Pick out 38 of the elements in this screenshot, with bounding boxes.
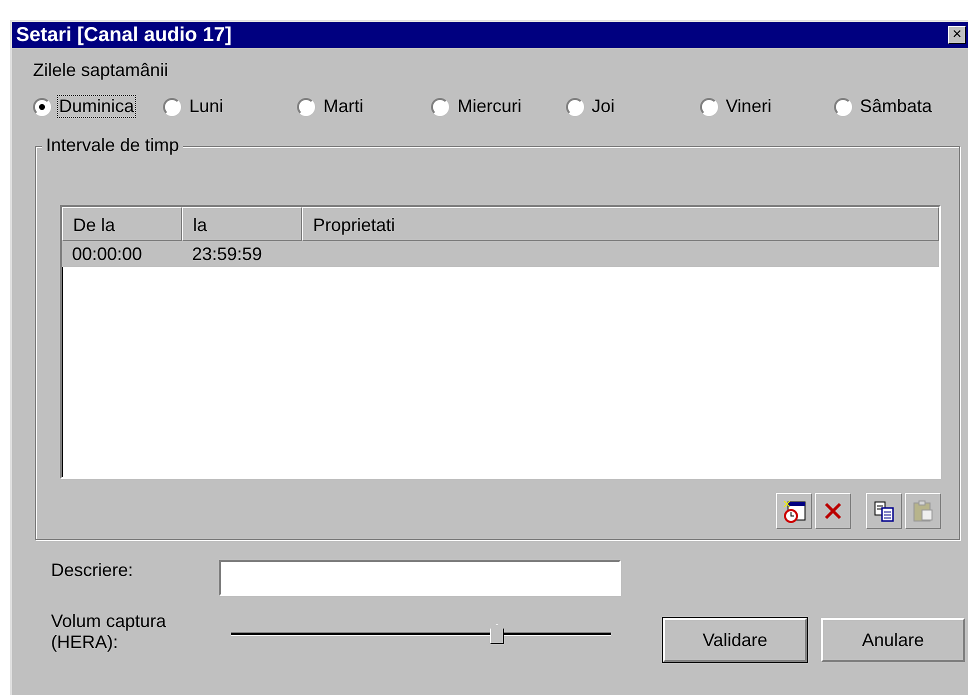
radio-label[interactable]: Sâmbata — [858, 95, 934, 118]
radio-button[interactable] — [33, 98, 51, 116]
radio-label[interactable]: Duminica — [57, 95, 136, 118]
column-header[interactable]: De la — [62, 207, 182, 241]
radio-label[interactable]: Miercuri — [455, 95, 524, 118]
close-button[interactable]: × — [948, 26, 966, 44]
table-cell-text: 23:59:59 — [191, 243, 264, 266]
radio-label[interactable]: Vineri — [724, 95, 774, 118]
delete-button[interactable] — [815, 493, 851, 529]
radio-button[interactable] — [297, 98, 316, 116]
dialog-button[interactable]: Anulare — [821, 618, 965, 662]
days-label: Zilele saptamânii — [33, 60, 170, 81]
column-header[interactable]: la — [182, 207, 302, 241]
volume-slider[interactable] — [231, 622, 611, 646]
copy-button[interactable] — [866, 493, 902, 529]
copy-icon — [872, 499, 896, 523]
window-title: Setari [Canal audio 17] — [16, 24, 232, 46]
radio-button[interactable] — [834, 98, 852, 116]
description-field[interactable] — [219, 560, 621, 596]
dialog-button[interactable]: Validare — [663, 618, 807, 662]
radio-button[interactable] — [431, 98, 450, 116]
radio-label[interactable]: Joi — [590, 95, 617, 118]
clock-window-icon — [782, 499, 806, 523]
radio-label[interactable]: Marti — [321, 95, 366, 118]
column-header[interactable]: Proprietati — [302, 207, 939, 241]
interval-list[interactable]: De la la Proprietati 00:00:00 23:59:59 — [60, 205, 941, 479]
radio-button[interactable] — [566, 98, 584, 116]
radio-button[interactable] — [163, 98, 182, 116]
group-title: Intervale de timp — [42, 135, 184, 156]
slider-thumb[interactable] — [490, 624, 504, 644]
table-row[interactable]: 00:00:00 23:59:59 — [62, 241, 939, 267]
radio-label[interactable]: Luni — [187, 95, 226, 118]
add-button[interactable] — [776, 493, 812, 529]
description-label: Descriere: — [51, 560, 134, 581]
paste-icon — [911, 499, 935, 523]
table-cell-text: 00:00:00 — [71, 243, 144, 266]
volume-label: Volum captura (HERA): — [51, 611, 168, 653]
radio-button[interactable] — [700, 98, 718, 116]
